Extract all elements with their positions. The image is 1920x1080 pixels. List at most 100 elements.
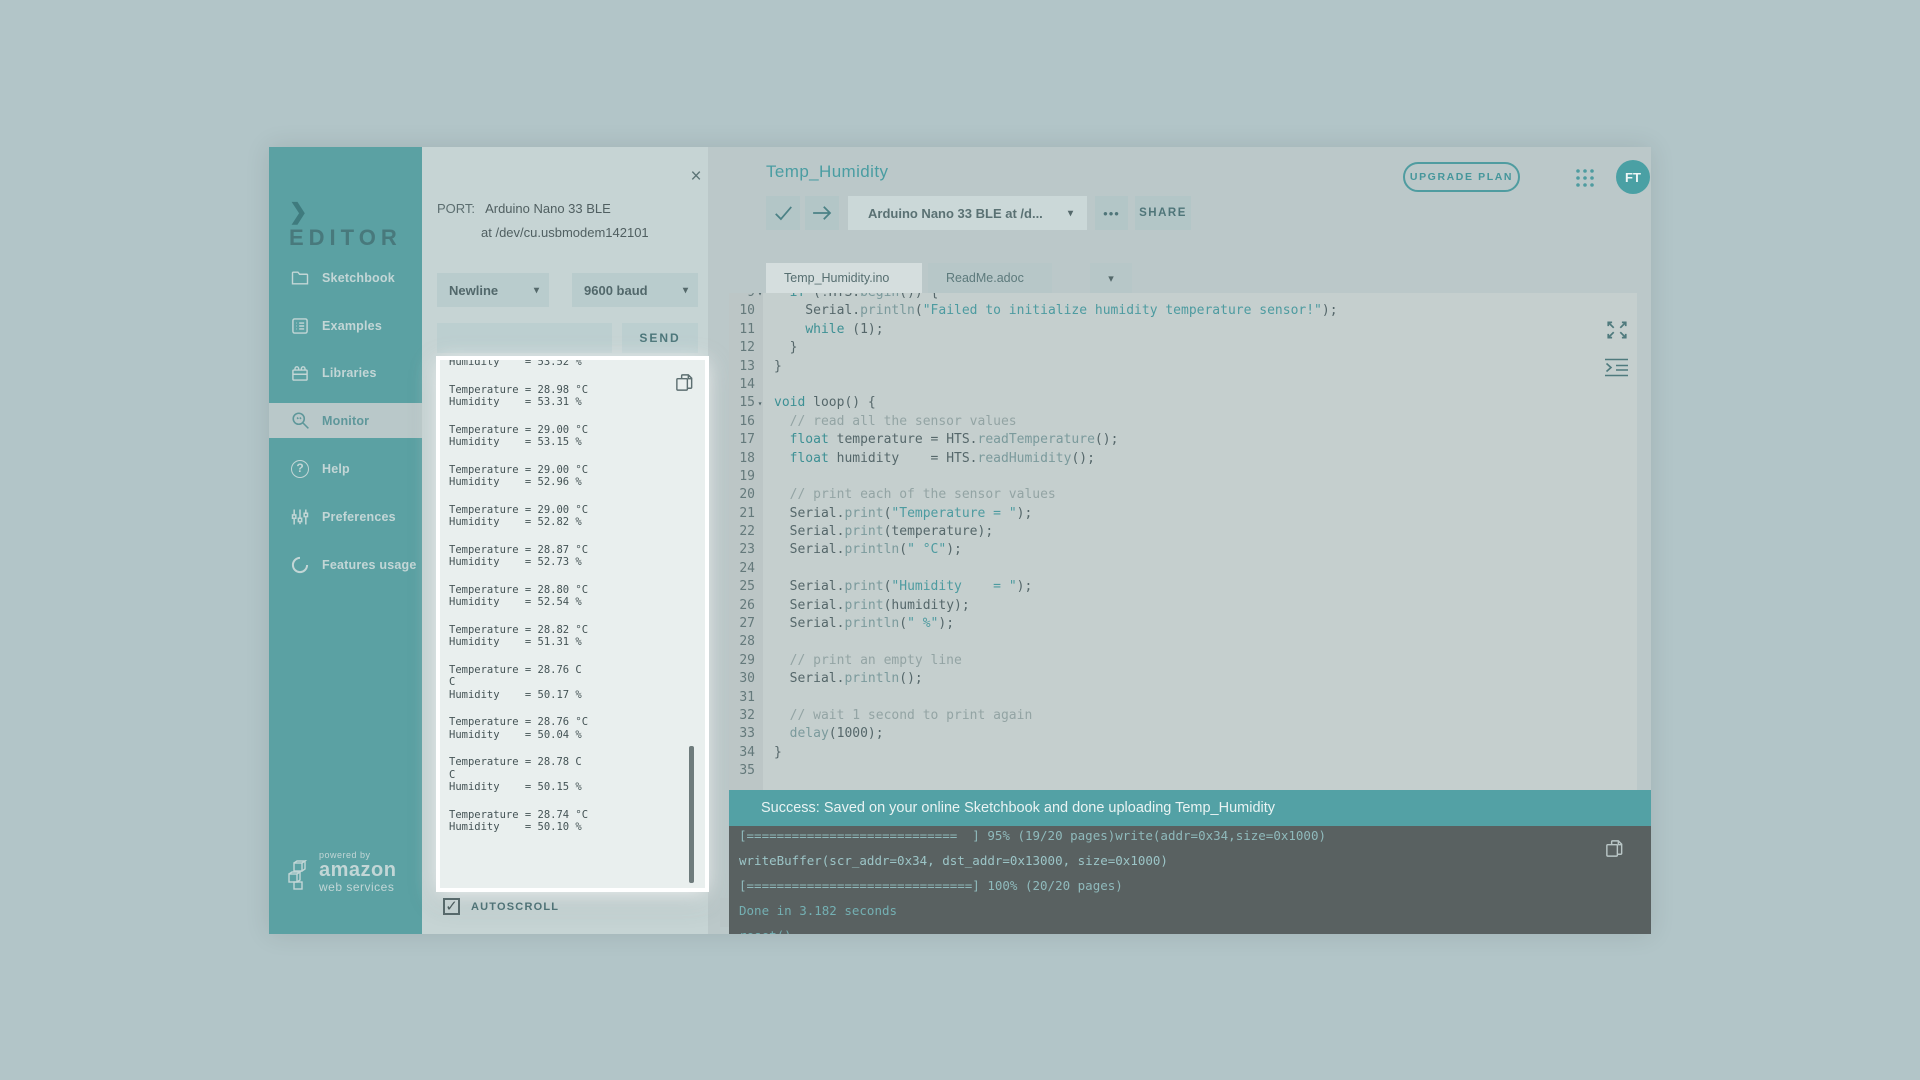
serial-reading: Humidity = 53.52 % [449, 357, 588, 369]
upgrade-plan-button[interactable]: UPGRADE PLAN [1403, 162, 1520, 192]
apps-grid-icon[interactable] [1574, 167, 1596, 189]
code-line-22: 22 Serial.print(temperature); [729, 523, 1637, 541]
serial-reading: Temperature = 28.76 CCHumidity = 50.17 % [449, 664, 588, 702]
app-window: ❯EDITOR SketchbookExamplesLibrariesMonit… [269, 147, 1651, 934]
port-row: PORT:Arduino Nano 33 BLE [437, 201, 611, 216]
sidebar-item-sketchbook[interactable]: Sketchbook [269, 261, 422, 295]
upload-button[interactable] [805, 196, 839, 230]
verify-button[interactable] [766, 196, 800, 230]
code-line-9: 9▾ if (!HTS.begin()) { [729, 293, 1637, 302]
avatar[interactable]: FT [1616, 160, 1650, 194]
tab-readme-adoc[interactable]: ReadMe.adoc [928, 263, 1052, 293]
sketch-title: Temp_Humidity [766, 162, 888, 182]
sidebar-item-label: Monitor [322, 414, 369, 428]
baud-rate-dropdown[interactable]: 9600 baud▾ [572, 273, 698, 307]
fold-spacer [755, 523, 765, 541]
fold-spacer [755, 486, 765, 504]
upload-console: [============================ ] 95% (19/… [729, 826, 1651, 934]
console-toggle-icon[interactable] [1604, 358, 1629, 377]
serial-reading: Temperature = 29.00 °CHumidity = 52.96 % [449, 464, 588, 489]
close-icon[interactable]: × [684, 165, 708, 189]
fold-spacer [755, 321, 765, 339]
chevron-down-icon: ▾ [1068, 208, 1073, 219]
code-line-15: 15▾void loop() { [729, 394, 1637, 412]
code-editor[interactable]: 9▾ if (!HTS.begin()) {10 Serial.println(… [729, 293, 1637, 790]
tab-temp-humidity-ino[interactable]: Temp_Humidity.ino [766, 263, 922, 293]
code-line-28: 28 [729, 633, 1637, 651]
serial-reading: Temperature = 29.00 °CHumidity = 52.82 % [449, 504, 588, 529]
fold-spacer [755, 468, 765, 486]
code-line-29: 29 // print an empty line [729, 652, 1637, 670]
code-line-35: 35 [729, 762, 1637, 780]
sidebar-item-examples[interactable]: Examples [269, 309, 422, 343]
fold-spacer [755, 670, 765, 688]
aws-logo: powered by amazon web services [287, 850, 396, 894]
fold-arrow-icon[interactable]: ▾ [755, 394, 765, 412]
sidebar-item-label: Libraries [322, 366, 377, 380]
tab-list-dropdown[interactable]: ▾ [1090, 263, 1132, 293]
more-options-button[interactable]: ••• [1095, 196, 1128, 230]
sidebar-item-features-usage[interactable]: Features usage [269, 548, 422, 582]
code-line-26: 26 Serial.print(humidity); [729, 597, 1637, 615]
serial-reading: Temperature = 28.82 °CHumidity = 51.31 % [449, 624, 588, 649]
sidebar-item-label: Examples [322, 319, 382, 333]
fullscreen-expand-icon[interactable] [1605, 320, 1629, 340]
code-lines: 9▾ if (!HTS.begin()) {10 Serial.println(… [729, 293, 1637, 781]
magnifier-icon [289, 410, 311, 432]
fold-spacer [755, 744, 765, 762]
code-line-23: 23 Serial.println(" °C"); [729, 541, 1637, 559]
fold-spacer [755, 560, 765, 578]
copy-icon[interactable] [674, 372, 695, 393]
serial-output: Humidity = 53.52 %Temperature = 28.98 °C… [449, 357, 588, 849]
copy-icon[interactable] [1604, 838, 1625, 859]
code-line-17: 17 float temperature = HTS.readTemperatu… [729, 431, 1637, 449]
serial-reading: Temperature = 28.78 CCHumidity = 50.15 % [449, 756, 588, 794]
sidebar-item-libraries[interactable]: Libraries [269, 356, 422, 390]
sidebar-item-preferences[interactable]: Preferences [269, 500, 422, 534]
code-line-31: 31 [729, 689, 1637, 707]
serial-reading: Temperature = 28.76 °CHumidity = 50.04 % [449, 716, 588, 741]
console-output: [============================ ] 95% (19/… [739, 826, 1326, 934]
code-line-24: 24 [729, 560, 1637, 578]
fold-spacer [755, 597, 765, 615]
aws-web-services: web services [319, 880, 396, 894]
sidebar-item-label: Features usage [322, 558, 417, 572]
fold-spacer [755, 302, 765, 320]
serial-send-input[interactable] [437, 323, 612, 353]
tab-bar: Temp_Humidity.inoReadMe.adoc ▾ [708, 263, 1651, 293]
fold-spacer [755, 725, 765, 743]
fold-arrow-icon[interactable]: ▾ [755, 293, 765, 302]
sidebar-item-label: Preferences [322, 510, 396, 524]
fold-spacer [755, 339, 765, 357]
aws-cubes-icon [287, 860, 313, 894]
fold-spacer [755, 633, 765, 651]
board-selector-dropdown[interactable]: Arduino Nano 33 BLE at /d...▾ [848, 196, 1087, 230]
code-line-14: 14 [729, 376, 1637, 394]
sidebar-item-monitor[interactable]: Monitor [269, 403, 422, 438]
fold-spacer [755, 689, 765, 707]
serial-monitor-panel: × PORT:Arduino Nano 33 BLE at /dev/cu.us… [422, 147, 708, 934]
code-line-20: 20 // print each of the sensor values [729, 486, 1637, 504]
port-path: at /dev/cu.usbmodem142101 [481, 225, 649, 240]
line-ending-dropdown[interactable]: Newline▾ [437, 273, 549, 307]
serial-reading: Temperature = 28.80 °CHumidity = 52.54 % [449, 584, 588, 609]
port-label: PORT: [437, 201, 475, 216]
aws-amazon: amazon [319, 860, 396, 880]
autoscroll-checkbox[interactable]: ✓ [443, 898, 460, 915]
fold-spacer [755, 615, 765, 633]
send-button[interactable]: SEND [622, 323, 698, 353]
fold-spacer [755, 450, 765, 468]
sidebar-item-label: Sketchbook [322, 271, 395, 285]
share-button[interactable]: SHARE [1135, 196, 1191, 230]
examples-icon [289, 315, 311, 337]
fold-spacer [755, 762, 765, 780]
scrollbar-thumb[interactable] [689, 746, 694, 883]
sidebar-item-help[interactable]: ?Help [269, 452, 422, 486]
code-line-12: 12 } [729, 339, 1637, 357]
code-line-13: 13} [729, 358, 1637, 376]
serial-output-spotlight: Humidity = 53.52 %Temperature = 28.98 °C… [437, 357, 708, 891]
fold-spacer [755, 413, 765, 431]
sidebar: ❯EDITOR SketchbookExamplesLibrariesMonit… [269, 147, 422, 934]
code-line-34: 34} [729, 744, 1637, 762]
code-line-19: 19 [729, 468, 1637, 486]
